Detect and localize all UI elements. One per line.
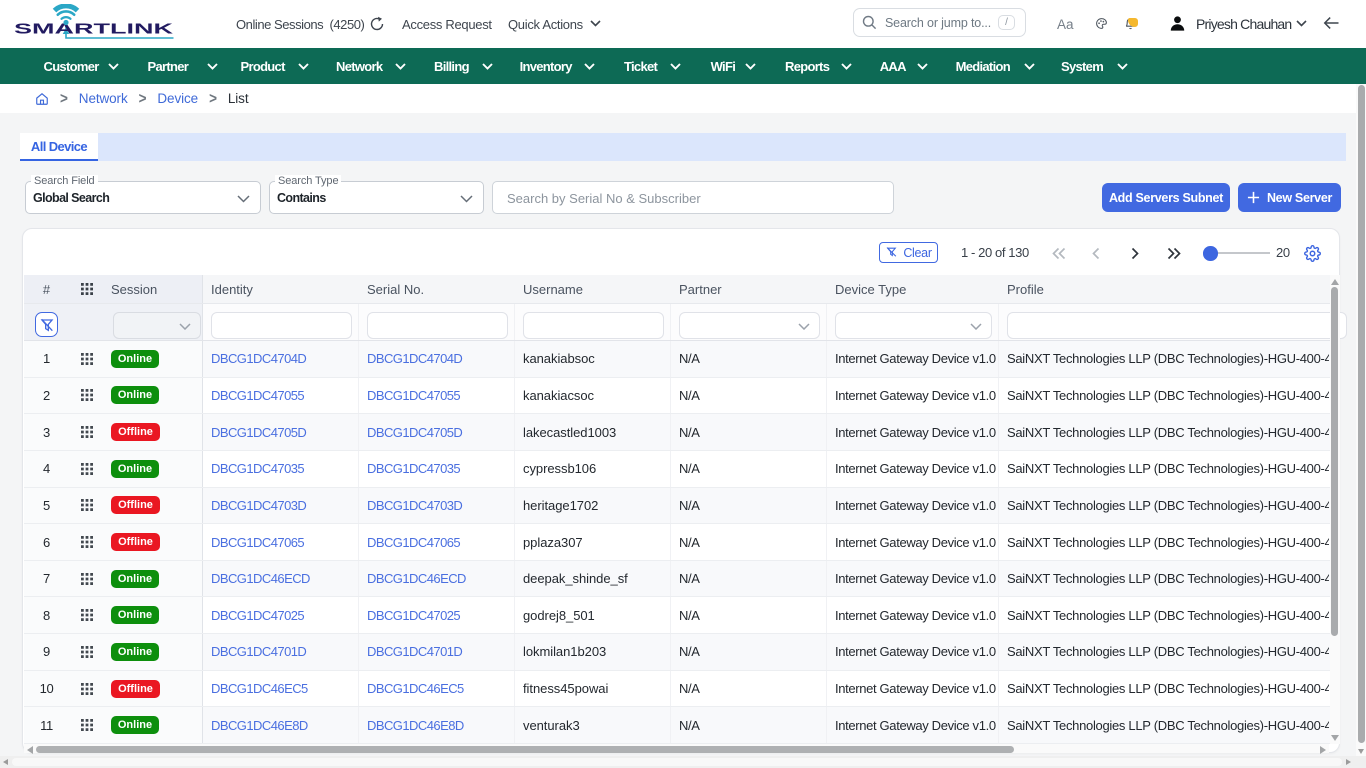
svg-text:SMARTLINK: SMARTLINK bbox=[14, 21, 173, 38]
